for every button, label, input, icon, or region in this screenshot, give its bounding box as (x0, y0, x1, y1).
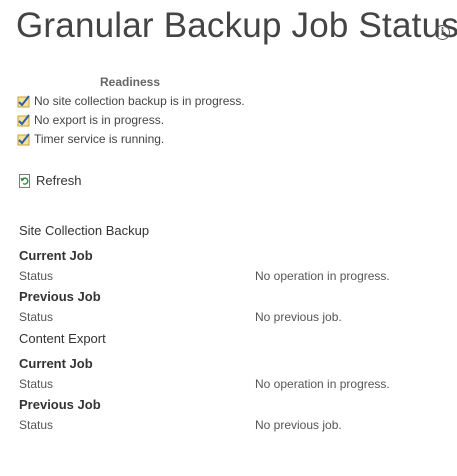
readiness-list: No site collection backup is in progress… (17, 91, 245, 148)
previous-job-heading: Previous Job (19, 289, 101, 304)
readiness-item: No export is in progress. (17, 110, 245, 129)
section-site-collection-backup: Site Collection Backup Current Job Statu… (19, 221, 439, 328)
status-value: No previous job. (255, 418, 342, 432)
readiness-heading: Readiness (100, 75, 161, 89)
section-title: Content Export (19, 331, 106, 346)
status-value: No operation in progress. (255, 377, 390, 391)
section-content-export: Content Export Current Job Status No ope… (19, 329, 439, 436)
status-label: Status (19, 418, 54, 432)
check-icon (17, 132, 30, 145)
status-value: No operation in progress. (255, 269, 390, 283)
status-row: Status No previous job. (19, 415, 439, 436)
check-icon (17, 94, 30, 107)
status-row: Status No operation in progress. (19, 374, 439, 395)
status-label: Status (19, 310, 54, 324)
status-label: Status (19, 269, 54, 283)
status-label: Status (19, 377, 54, 391)
readiness-item: No site collection backup is in progress… (17, 91, 245, 110)
status-row: Status No previous job. (19, 307, 439, 328)
page-title: Granular Backup Job Status (16, 6, 457, 45)
status-value: No previous job. (255, 310, 342, 324)
current-job-heading: Current Job (19, 248, 93, 263)
readiness-item-text: Timer service is running. (34, 131, 165, 146)
readiness-item-text: No site collection backup is in progress… (34, 93, 245, 108)
status-row: Status No operation in progress. (19, 266, 439, 287)
previous-job-heading: Previous Job (19, 397, 101, 412)
readiness-item: Timer service is running. (17, 129, 245, 148)
check-icon (17, 113, 30, 126)
current-job-heading: Current Job (19, 356, 93, 371)
info-icon[interactable]: i (435, 25, 450, 40)
readiness-item-text: No export is in progress. (34, 112, 165, 127)
refresh-icon (19, 173, 30, 188)
refresh-button[interactable]: Refresh (19, 173, 82, 188)
section-title: Site Collection Backup (19, 223, 150, 238)
refresh-label[interactable]: Refresh (36, 173, 82, 188)
